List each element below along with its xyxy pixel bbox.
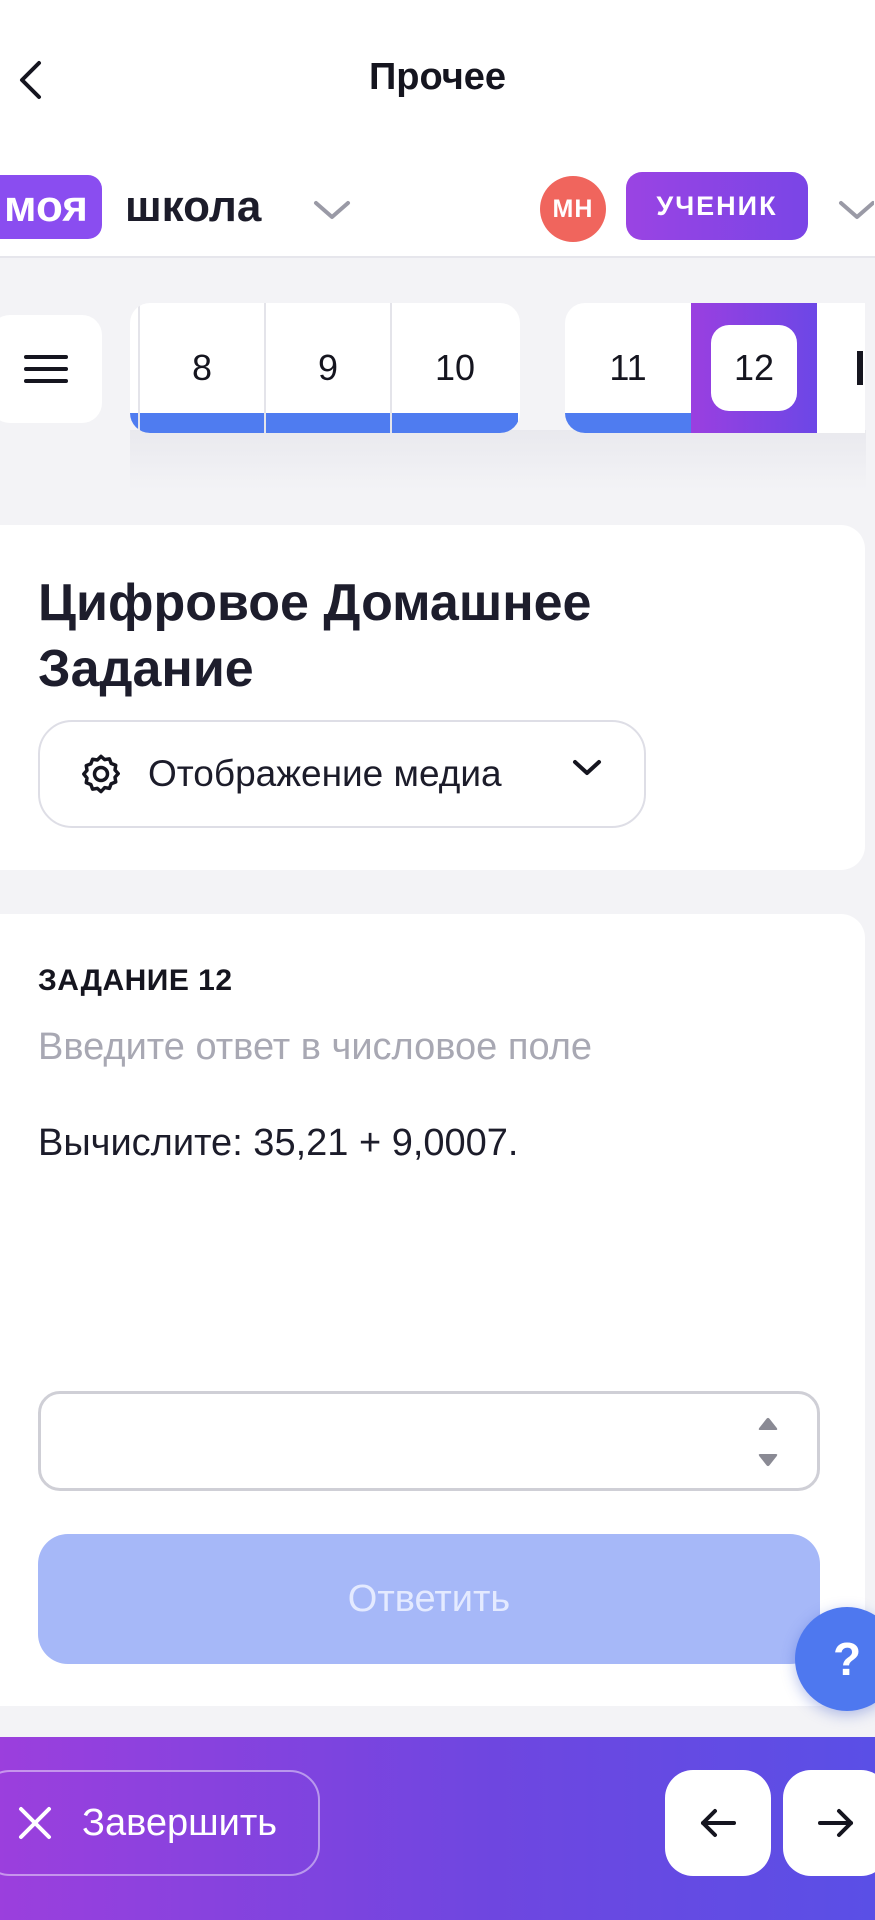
- chevron-down-icon: [839, 201, 874, 219]
- answer-number-input[interactable]: [38, 1391, 820, 1491]
- number-stepper[interactable]: [755, 1416, 781, 1468]
- task-strip-shadow: [130, 430, 866, 490]
- task-strip-group: 11 12: [565, 303, 865, 433]
- stepper-up-icon[interactable]: [756, 1416, 780, 1432]
- task-done-bar: [266, 413, 390, 433]
- stepper-down-icon[interactable]: [756, 1452, 780, 1468]
- hamburger-icon: [24, 355, 68, 383]
- chevron-down-icon: [573, 760, 601, 775]
- role-badge[interactable]: УЧЕНИК: [626, 172, 808, 240]
- task-tile[interactable]: 10: [392, 303, 518, 433]
- arrow-left-icon: [701, 1809, 736, 1837]
- previous-task-button[interactable]: [665, 1770, 771, 1876]
- next-task-button[interactable]: [783, 1770, 875, 1876]
- task-label: ЗАДАНИЕ 12: [38, 964, 233, 997]
- finish-button[interactable]: Завершить: [0, 1770, 320, 1876]
- task-strip-group: 8 9 10: [130, 303, 520, 433]
- logo-moya: моя: [0, 175, 102, 239]
- gear-icon: [82, 754, 120, 794]
- homework-card: Цифровое Домашнее Задание Отображение ме…: [0, 525, 865, 870]
- task-tile-edge: [130, 303, 140, 433]
- avatar[interactable]: МН: [540, 176, 606, 242]
- task-number: 8: [191, 347, 213, 388]
- media-display-select[interactable]: Отображение медиа: [38, 720, 646, 828]
- role-switcher-button[interactable]: [838, 190, 875, 230]
- logo-shkola: школа: [125, 182, 262, 231]
- task-done-bar: [140, 413, 264, 433]
- top-bar: Прочее: [0, 0, 875, 160]
- task-number: 11: [609, 347, 647, 388]
- media-display-label: Отображение медиа: [148, 753, 502, 794]
- task-tile-next-partial[interactable]: [817, 303, 865, 433]
- finish-label: Завершить: [82, 1801, 278, 1844]
- task-tile[interactable]: 9: [266, 303, 392, 433]
- homework-title: Цифровое Домашнее Задание: [38, 574, 592, 698]
- task-number: 10: [434, 347, 476, 388]
- task-number: 9: [317, 347, 339, 388]
- task-hint: Введите ответ в числовое поле: [38, 1026, 593, 1068]
- menu-button[interactable]: [0, 315, 102, 423]
- close-icon: [19, 1807, 51, 1839]
- school-bar: моя школа МН УЧЕНИК: [0, 160, 875, 258]
- task-number: 12: [711, 325, 797, 411]
- task-number-clipped: [857, 351, 863, 385]
- chevron-down-icon: [314, 201, 350, 219]
- submit-answer-button[interactable]: Ответить: [38, 1534, 820, 1664]
- task-question: Вычислите: 35,21 + 9,0007.: [38, 1122, 519, 1164]
- task-card: ЗАДАНИЕ 12 Введите ответ в числовое поле…: [0, 914, 865, 1706]
- task-done-bar: [392, 413, 518, 433]
- arrow-right-icon: [818, 1809, 853, 1837]
- task-tile-active[interactable]: 12: [691, 303, 817, 433]
- bottom-bar: Завершить: [0, 1737, 875, 1920]
- task-tile[interactable]: 8: [140, 303, 266, 433]
- school-switcher-button[interactable]: [312, 190, 352, 230]
- task-tile[interactable]: 11: [565, 303, 691, 433]
- page-title: Прочее: [368, 56, 507, 98]
- task-done-bar: [565, 413, 691, 433]
